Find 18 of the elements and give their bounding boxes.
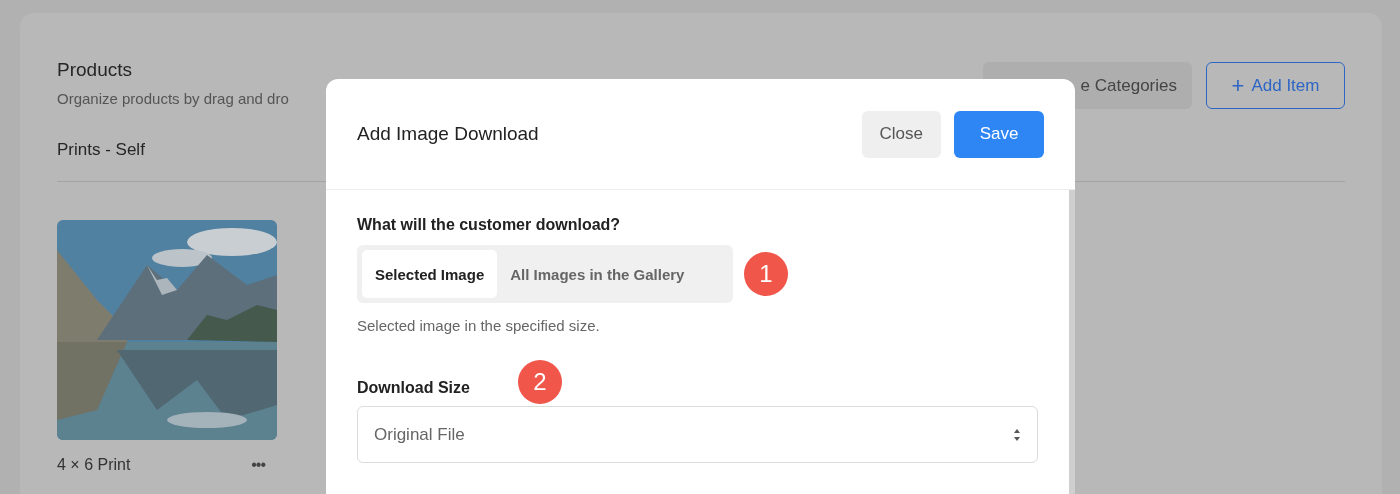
page-subtitle: Organize products by drag and dro <box>57 90 289 107</box>
page-title: Products <box>57 59 133 81</box>
more-button[interactable]: ••• <box>251 456 265 474</box>
product-name: 4 × 6 Print <box>57 456 131 474</box>
step-badge: 2 <box>518 360 562 404</box>
dialog-title: Add Image Download <box>357 123 539 145</box>
size-label: Download Size <box>357 379 470 397</box>
size-select[interactable]: Original File <box>357 406 1038 463</box>
option-tab[interactable]: Selected Image <box>362 250 498 298</box>
save-button[interactable]: Save <box>954 110 1044 158</box>
step-badge: 1 <box>744 252 788 296</box>
section-title: Prints - Self <box>57 140 146 160</box>
add-item-button[interactable]: + Add Item <box>1206 62 1345 109</box>
close-button[interactable]: Close <box>861 110 941 158</box>
updown-icon <box>1013 427 1021 442</box>
help-text: Selected image in the specified size. <box>357 317 601 334</box>
question-label: What will the customer download? <box>357 216 622 234</box>
option-tab[interactable]: All Images in the Gallery <box>497 250 698 298</box>
